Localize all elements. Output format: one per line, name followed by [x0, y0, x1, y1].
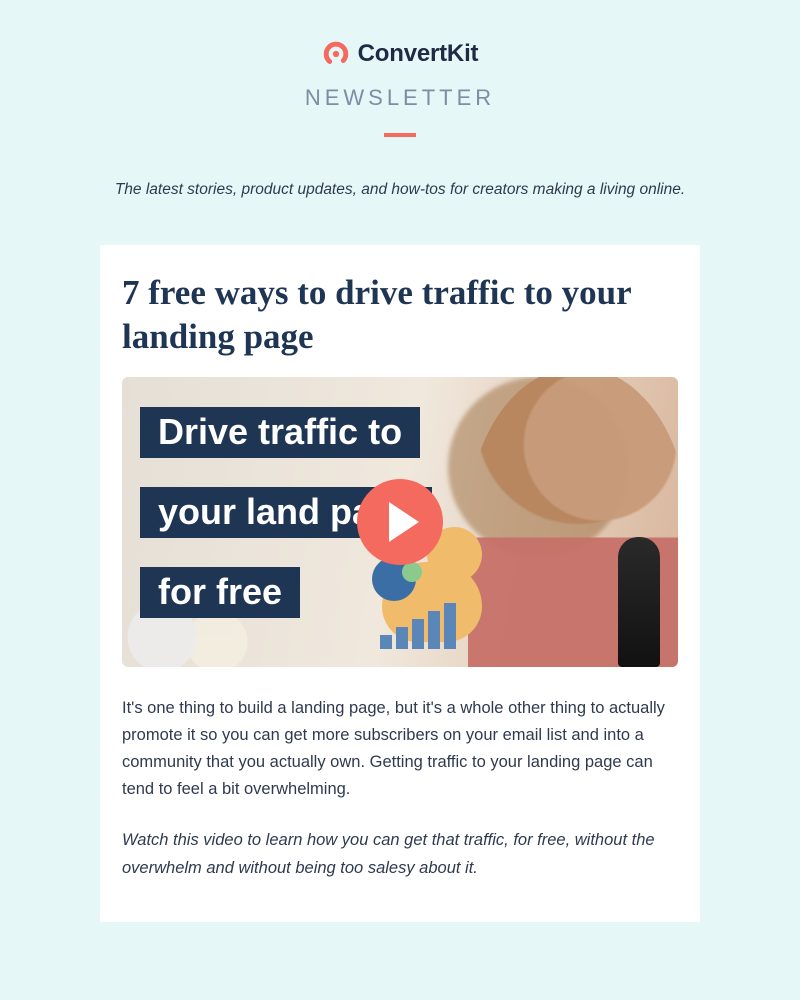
header: ConvertKit NEWSLETTER The latest stories… [12, 20, 788, 209]
brand-logo: ConvertKit [322, 40, 479, 68]
article-title: 7 free ways to drive traffic to your lan… [122, 271, 678, 359]
newsletter-container: ConvertKit NEWSLETTER The latest stories… [0, 0, 800, 922]
tagline: The latest stories, product updates, and… [12, 181, 788, 199]
article-card: 7 free ways to drive traffic to your lan… [100, 245, 700, 922]
play-icon [389, 502, 419, 542]
bar-chart-icon [380, 603, 456, 649]
thumbnail-text-line-3: for free [140, 567, 300, 619]
play-button[interactable] [357, 479, 443, 565]
convertkit-swirl-icon [322, 40, 350, 68]
article-paragraph: It's one thing to build a landing page, … [122, 695, 678, 804]
accent-divider [384, 133, 416, 137]
newsletter-label: NEWSLETTER [12, 85, 788, 111]
microphone-icon [618, 537, 660, 667]
article-cta-text: Watch this video to learn how you can ge… [122, 827, 678, 881]
video-thumbnail[interactable]: Drive traffic to your land page for free [122, 377, 678, 667]
thumbnail-text-line-1: Drive traffic to [140, 407, 420, 459]
brand-name: ConvertKit [358, 40, 479, 68]
